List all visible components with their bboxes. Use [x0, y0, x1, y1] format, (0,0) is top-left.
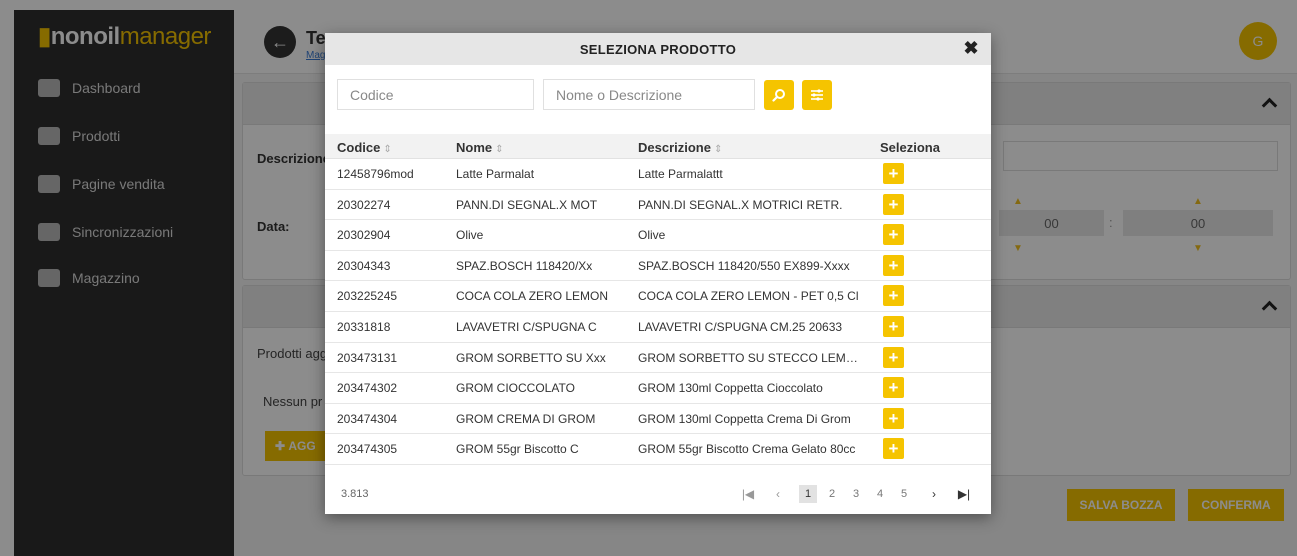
cell-description: GROM SORBETTO SU STECCO LEMON 6... — [638, 350, 863, 365]
page-1-button[interactable]: 1 — [799, 485, 817, 503]
table-row: 20331818 LAVAVETRI C/SPUGNA C LAVAVETRI … — [325, 312, 991, 343]
select-product-button[interactable]: + — [883, 315, 904, 337]
cell-description: GROM 130ml Coppetta Cioccolato — [638, 381, 823, 396]
plus-icon: + — [888, 194, 899, 214]
table-header: Codice ⇕ Nome ⇕ Descrizione ⇕ Seleziona — [325, 134, 991, 159]
cell-code: 203474305 — [337, 442, 398, 457]
pagination: |◀ ‹ 1 2 3 4 5 › ▶| — [733, 484, 973, 504]
cell-code: 12458796mod — [337, 167, 414, 181]
cell-code: 203474304 — [337, 411, 398, 426]
cell-name: Latte Parmalat — [456, 167, 535, 181]
column-header-code[interactable]: Codice ⇕ — [337, 140, 392, 155]
last-page-icon[interactable]: ▶| — [955, 485, 973, 503]
cell-code: 203474302 — [337, 381, 398, 396]
plus-icon: + — [888, 408, 899, 428]
cell-description: LAVAVETRI C/SPUGNA CM.25 20633 — [638, 319, 843, 334]
search-icon — [772, 89, 785, 102]
plus-icon: + — [888, 164, 899, 183]
cell-code: 20302904 — [337, 228, 391, 243]
page-2-button[interactable]: 2 — [823, 485, 841, 503]
column-header-description[interactable]: Descrizione ⇕ — [638, 140, 722, 155]
table-row: 20304343 SPAZ.BOSCH 118420/Xx SPAZ.BOSCH… — [325, 251, 991, 282]
product-table-body: 12458796mod Latte Parmalat Latte Parmala… — [325, 159, 991, 465]
cell-description: GROM 130ml Coppetta Crema Di Grom — [638, 411, 851, 426]
cell-description: PANN.DI SEGNAL.X MOTRICI RETR. — [638, 197, 843, 212]
first-page-icon[interactable]: |◀ — [739, 485, 757, 503]
cell-name: SPAZ.BOSCH 118420/Xx — [456, 258, 593, 273]
column-header-label: Nome — [456, 140, 493, 155]
table-row: 203474305 GROM 55gr Biscotto C GROM 55gr… — [325, 434, 991, 465]
previous-page-icon[interactable]: ‹ — [769, 485, 787, 503]
cell-description: GROM 55gr Biscotto Crema Gelato 80cc — [638, 442, 856, 457]
table-row: 20302904 Olive Olive + — [325, 220, 991, 251]
select-product-modal: SELEZIONA PRODOTTO ✖ Codice⇕ Nome⇕ Descr… — [325, 33, 991, 514]
plus-icon: + — [888, 255, 899, 275]
page-3-button[interactable]: 3 — [847, 485, 865, 503]
modal-header: SELEZIONA PRODOTTO ✖ — [325, 33, 991, 65]
cell-code: 203473131 — [337, 350, 398, 365]
table-row: 203225245 COCA COLA ZERO LEMON COCA COLA… — [325, 281, 991, 312]
next-page-icon[interactable]: › — [925, 485, 943, 503]
code-search-input[interactable] — [337, 79, 534, 110]
plus-icon: + — [888, 286, 899, 306]
column-header-select: Seleziona — [880, 140, 940, 155]
cell-description: SPAZ.BOSCH 118420/550 EX899-Xxxx — [638, 258, 850, 273]
cell-name: LAVAVETRI C/SPUGNA C — [456, 319, 597, 334]
column-header-name[interactable]: Nome ⇕ — [456, 140, 504, 155]
cell-code: 20304343 — [337, 258, 391, 273]
table-row: 203474304 GROM CREMA DI GROM GROM 130ml … — [325, 404, 991, 435]
cell-name: COCA COLA ZERO LEMON — [456, 289, 609, 304]
select-product-button[interactable]: + — [883, 407, 904, 429]
cell-code: 20331818 — [337, 319, 391, 334]
cell-name: GROM SORBETTO SU Xxx — [456, 350, 606, 365]
table-row: 203474302 GROM CIOCCOLATO GROM 130ml Cop… — [325, 373, 991, 404]
close-icon[interactable]: ✖ — [961, 38, 981, 58]
select-product-button[interactable]: + — [883, 254, 904, 276]
column-header-label: Descrizione — [638, 140, 711, 155]
plus-icon: + — [888, 378, 899, 398]
table-row: 20302274 PANN.DI SEGNAL.X MOT PANN.DI SE… — [325, 190, 991, 221]
sort-icon: ⇕ — [713, 144, 723, 155]
search-button[interactable] — [764, 80, 794, 110]
cell-name: GROM CIOCCOLATO — [456, 381, 575, 396]
page-5-button[interactable]: 5 — [895, 485, 913, 503]
name-search-input[interactable] — [543, 79, 755, 110]
select-product-button[interactable]: + — [883, 285, 904, 307]
cell-name: GROM CREMA DI GROM — [456, 411, 596, 426]
cell-name: Olive — [456, 228, 484, 243]
cell-description: Olive — [638, 228, 666, 243]
column-header-label: Codice — [337, 140, 381, 155]
total-count: 3.813 — [341, 488, 369, 500]
select-product-button[interactable]: + — [883, 224, 904, 246]
plus-icon: + — [888, 347, 899, 367]
cell-description: Latte Parmalattt — [638, 167, 723, 181]
plus-icon: + — [888, 316, 899, 336]
cell-name: GROM 55gr Biscotto C — [456, 442, 579, 457]
select-product-button[interactable]: + — [883, 377, 904, 399]
cell-description: COCA COLA ZERO LEMON - PET 0,5 Cl — [638, 289, 859, 304]
filter-sliders-icon — [811, 89, 823, 101]
cell-name: PANN.DI SEGNAL.X MOT — [456, 197, 598, 212]
modal-title: SELEZIONA PRODOTTO — [579, 41, 737, 57]
cell-code: 20302274 — [337, 197, 391, 212]
select-product-button[interactable]: + — [883, 163, 904, 184]
page-4-button[interactable]: 4 — [871, 485, 889, 503]
sort-icon: ⇕ — [495, 144, 504, 155]
filter-button[interactable] — [802, 80, 832, 110]
select-product-button[interactable]: + — [883, 346, 904, 368]
cell-code: 203225245 — [337, 289, 398, 304]
sort-icon: ⇕ — [383, 144, 392, 155]
select-product-button[interactable]: + — [883, 438, 904, 460]
plus-icon: + — [888, 225, 899, 245]
plus-icon: + — [888, 439, 899, 459]
select-product-button[interactable]: + — [883, 193, 904, 215]
table-row: 12458796mod Latte Parmalat Latte Parmala… — [325, 159, 991, 190]
table-row: 203473131 GROM SORBETTO SU Xxx GROM SORB… — [325, 343, 991, 374]
